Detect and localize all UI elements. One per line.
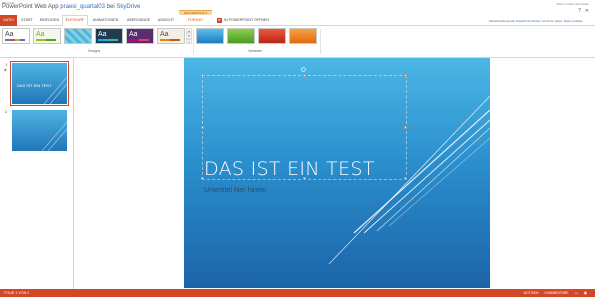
theme-color-strip [98, 39, 118, 41]
powerpoint-web-app: Microsoft PowerPoint Web App praesi_quar… [0, 0, 595, 297]
app-title: PowerPoint Web App praesi_quartal03 bei … [2, 4, 140, 10]
rotate-handle-icon[interactable] [301, 67, 306, 72]
resize-handle[interactable] [303, 74, 306, 77]
slide-subtitle[interactable]: Untertitel hier hinein [204, 187, 266, 194]
tab-file[interactable]: DATEI [0, 15, 17, 26]
coauthoring-notice-link[interactable]: Weiterbearbeitende PowerPoint-Nutzer mit… [489, 19, 583, 23]
resize-handle[interactable] [404, 126, 407, 129]
comments-button[interactable]: KOMMENTARE [545, 291, 569, 295]
slide-title[interactable]: DAS IST EIN TEST [204, 158, 375, 180]
thumbnail-lines [41, 121, 67, 151]
theme-aa-label: Aa [5, 31, 14, 38]
theme-ion-boardroom[interactable]: Aa [126, 28, 154, 44]
more-icon[interactable]: ▾ [186, 38, 192, 44]
user-account[interactable]: Martin Gruber Abmelden [556, 2, 589, 6]
tab-transitions[interactable]: ÜBERGÄNGE [123, 15, 154, 26]
current-slide[interactable]: DAS IST EIN TEST Untertitel hier hinein [184, 58, 490, 288]
theme-aa-label: Aa [36, 31, 45, 38]
slide-thumbnail-1[interactable]: DAS IST EIN TEST [10, 61, 69, 106]
theme-aa-label: Aa [160, 31, 169, 38]
theme-color-strip [160, 39, 180, 41]
open-in-powerpoint-label: IN POWERPOINT ÖFFNEN [224, 18, 269, 22]
view-normal-icon[interactable]: ▭ [575, 291, 578, 295]
group-divider [193, 29, 194, 54]
slide-number: 2 [5, 109, 8, 114]
tab-view[interactable]: ANSICHT [154, 15, 178, 26]
help-icon[interactable]: ? [578, 9, 581, 14]
status-bar: FOLIE 1 VON 2 NOTIZEN KOMMENTARE ▭ ▣ [0, 289, 595, 297]
powerpoint-icon: P [217, 18, 223, 23]
ribbon-design-panel: Aa Aa Aa Aa Aa ▲ ▼ ▾ Designs Varianten [0, 27, 595, 58]
slide-thumbnails-pane: 1 ✱ DAS IST EIN TEST 2 [0, 58, 74, 289]
theme-color-strip [129, 39, 149, 41]
view-slideshow-icon[interactable]: ▣ [584, 291, 587, 295]
resize-handle[interactable] [404, 177, 407, 180]
tab-design[interactable]: ENTWURF [62, 15, 88, 26]
tab-insert[interactable]: EINFÜGEN [37, 15, 62, 26]
skydrive-link[interactable]: SkyDrive [116, 4, 140, 10]
theme-retrospect[interactable]: Aa [157, 28, 185, 44]
theme-pattern[interactable] [64, 28, 92, 44]
theme-aa-label: Aa [129, 31, 138, 38]
thumbnail-title: DAS IST EIN TEST [17, 83, 52, 88]
slide-editing-canvas: DAS IST EIN TEST Untertitel hier hinein [74, 58, 595, 289]
animation-star-icon: ✱ [4, 68, 7, 72]
slide-thumbnail-2[interactable] [12, 110, 67, 151]
slide-counter: FOLIE 1 VON 2 [4, 291, 30, 295]
tab-format[interactable]: FORMAT [179, 15, 212, 26]
theme-color-strip [5, 39, 25, 41]
group-label-designs: Designs [88, 49, 101, 53]
resize-handle[interactable] [201, 126, 204, 129]
slide-number: 1 [5, 62, 8, 67]
group-divider [320, 29, 321, 54]
at-label: bei [106, 4, 115, 10]
app-name: PowerPoint Web App [2, 4, 59, 10]
variant-orange[interactable] [289, 28, 317, 44]
group-label-variants: Varianten [248, 49, 263, 53]
variant-blue[interactable] [196, 28, 224, 44]
variant-green[interactable] [227, 28, 255, 44]
theme-office[interactable]: Aa [2, 28, 30, 44]
notes-button[interactable]: NOTIZEN [524, 291, 539, 295]
open-in-powerpoint-button[interactable]: P IN POWERPOINT ÖFFNEN [214, 15, 272, 26]
theme-facet[interactable]: Aa [33, 28, 61, 44]
file-name-link[interactable]: praesi_quartal03 [60, 4, 105, 10]
theme-aa-label: Aa [98, 31, 107, 38]
theme-color-strip [36, 39, 56, 41]
tab-animations[interactable]: ANIMATIONEN [88, 15, 123, 26]
variant-red[interactable] [258, 28, 286, 44]
resize-handle[interactable] [404, 74, 407, 77]
tab-start[interactable]: START [17, 15, 37, 26]
close-icon[interactable]: ✕ [585, 9, 589, 14]
themes-scroll[interactable]: ▲ ▼ ▾ [186, 28, 192, 44]
resize-handle[interactable] [201, 74, 204, 77]
title-bar: Microsoft PowerPoint Web App praesi_quar… [0, 0, 595, 14]
theme-ion[interactable]: Aa [95, 28, 123, 44]
status-actions: NOTIZEN KOMMENTARE ▭ ▣ [524, 289, 587, 297]
